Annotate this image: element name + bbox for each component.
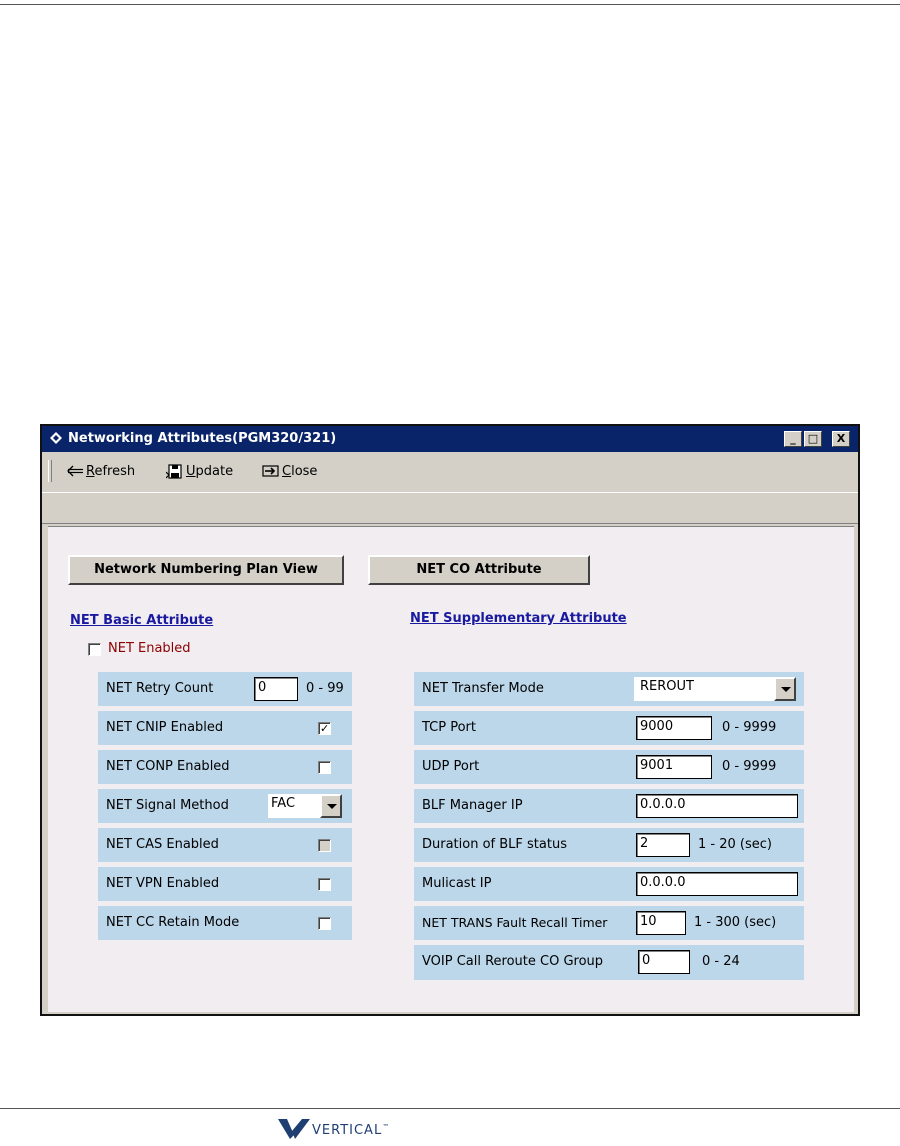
net-signal-method-select[interactable]: FAC [268, 794, 320, 818]
maximize-button[interactable]: □ [804, 431, 822, 447]
udp-port-range: 0 - 9999 [722, 759, 777, 774]
network-numbering-plan-view-button[interactable]: Network Numbering Plan View [68, 555, 344, 585]
row-net-cnip-enabled: NET CNIP Enabled ✓ [98, 711, 352, 750]
net-enabled-checkbox[interactable] [88, 643, 101, 656]
net-retry-count-label: NET Retry Count [106, 681, 214, 696]
close-exit-icon [262, 465, 279, 477]
voip-call-reroute-co-group-input[interactable]: 0 [638, 950, 690, 974]
net-retry-count-input[interactable]: 0 [254, 677, 298, 701]
window-title: Networking Attributes(PGM320/321) [68, 431, 337, 446]
voip-call-reroute-co-group-range: 0 - 24 [702, 954, 740, 969]
close-button[interactable]: Close [262, 463, 332, 481]
vertical-logo-word: VERTICAL [312, 1123, 383, 1138]
toolbar-grip [48, 460, 52, 482]
refresh-button[interactable]: Refresh [66, 463, 152, 481]
tcp-port-label: TCP Port [422, 720, 476, 735]
vertical-logo-text: VERTICAL™ [312, 1123, 390, 1138]
net-supplementary-panel: NET Transfer Mode REROUT TCP Port 9000 0… [414, 672, 804, 980]
net-cas-enabled-checkbox [318, 839, 331, 852]
net-basic-panel: NET Retry Count 0 0 - 99 NET CNIP Enable… [98, 672, 352, 940]
toolbar-status-strip [42, 492, 858, 524]
title-bar[interactable]: Networking Attributes(PGM320/321) _ □ X [42, 426, 858, 452]
net-trans-fault-recall-timer-label: NET TRANS Fault Recall Timer [422, 915, 608, 930]
net-signal-method-dropdown[interactable] [320, 794, 342, 818]
net-cnip-enabled-label: NET CNIP Enabled [106, 720, 224, 735]
net-vpn-enabled-checkbox[interactable] [318, 878, 331, 891]
page-bottom-rule [0, 1108, 900, 1109]
row-udp-port: UDP Port 9001 0 - 9999 [414, 750, 804, 789]
row-tcp-port: TCP Port 9000 0 - 9999 [414, 711, 804, 750]
tcp-port-range: 0 - 9999 [722, 720, 777, 735]
net-co-attribute-button[interactable]: NET CO Attribute [368, 555, 590, 585]
duration-of-blf-status-input[interactable]: 2 [636, 833, 690, 857]
row-net-signal-method: NET Signal Method FAC [98, 789, 352, 828]
app-diamond-icon [50, 432, 62, 444]
content-area: Network Numbering Plan View NET CO Attri… [48, 526, 854, 1012]
net-cnip-enabled-checkbox[interactable]: ✓ [318, 722, 331, 735]
row-net-retry-count: NET Retry Count 0 0 - 99 [98, 672, 352, 711]
net-conp-enabled-checkbox[interactable] [318, 761, 331, 774]
udp-port-label: UDP Port [422, 759, 480, 774]
checkmark-icon: ✓ [320, 722, 330, 735]
row-net-vpn-enabled: NET VPN Enabled [98, 867, 352, 906]
blf-manager-ip-label: BLF Manager IP [422, 798, 523, 813]
toolbar: Refresh Update Close [42, 452, 858, 492]
mulicast-ip-label: Mulicast IP [422, 876, 492, 891]
udp-port-input[interactable]: 9001 [636, 755, 712, 779]
tcp-port-input[interactable]: 9000 [636, 716, 712, 740]
net-supplementary-attribute-link[interactable]: NET Supplementary Attribute [410, 611, 627, 626]
row-net-cas-enabled: NET CAS Enabled [98, 828, 352, 867]
trademark-mark: ™ [382, 1123, 391, 1131]
net-cc-retain-mode-label: NET CC Retain Mode [106, 915, 240, 930]
net-transfer-mode-dropdown[interactable] [774, 677, 796, 701]
page-top-rule [0, 4, 900, 5]
update-save-icon [166, 464, 182, 479]
row-voip-call-reroute-co-group: VOIP Call Reroute CO Group 0 0 - 24 [414, 945, 804, 979]
refresh-arrow-icon [67, 465, 83, 477]
net-signal-method-label: NET Signal Method [106, 798, 229, 813]
networking-attributes-window: Networking Attributes(PGM320/321) _ □ X … [40, 424, 860, 1016]
blf-manager-ip-input[interactable]: 0.0.0.0 [636, 794, 798, 818]
row-blf-manager-ip: BLF Manager IP 0.0.0.0 [414, 789, 804, 828]
net-transfer-mode-label: NET Transfer Mode [422, 681, 544, 696]
net-vpn-enabled-label: NET VPN Enabled [106, 876, 220, 891]
row-mulicast-ip: Mulicast IP 0.0.0.0 [414, 867, 804, 906]
net-cas-enabled-label: NET CAS Enabled [106, 837, 219, 852]
close-label: Close [282, 464, 318, 479]
row-net-trans-fault-recall-timer: NET TRANS Fault Recall Timer 10 1 - 300 … [414, 906, 804, 945]
dropdown-arrow-icon [327, 804, 337, 809]
net-transfer-mode-select[interactable]: REROUT [634, 677, 774, 701]
duration-of-blf-status-label: Duration of BLF status [422, 837, 567, 852]
voip-call-reroute-co-group-label: VOIP Call Reroute CO Group [422, 954, 604, 969]
row-net-transfer-mode: NET Transfer Mode REROUT [414, 672, 804, 711]
net-enabled-label: NET Enabled [108, 641, 191, 656]
net-trans-fault-recall-timer-input[interactable]: 10 [636, 911, 686, 935]
close-window-button[interactable]: X [832, 431, 850, 447]
dropdown-arrow-icon [781, 687, 791, 692]
net-trans-fault-recall-timer-range: 1 - 300 (sec) [694, 915, 777, 930]
update-label: Update [186, 464, 234, 479]
minimize-button[interactable]: _ [784, 431, 802, 447]
row-net-cc-retain-mode: NET CC Retain Mode [98, 906, 352, 940]
row-duration-of-blf-status: Duration of BLF status 2 1 - 20 (sec) [414, 828, 804, 867]
net-retry-count-range: 0 - 99 [306, 681, 344, 696]
net-cc-retain-mode-checkbox[interactable] [318, 917, 331, 930]
update-button[interactable]: Update [166, 463, 252, 481]
row-net-conp-enabled: NET CONP Enabled [98, 750, 352, 789]
vertical-logo-icon [278, 1119, 310, 1139]
duration-of-blf-status-range: 1 - 20 (sec) [698, 837, 772, 852]
mulicast-ip-input[interactable]: 0.0.0.0 [636, 872, 798, 896]
net-conp-enabled-label: NET CONP Enabled [106, 759, 230, 774]
refresh-label: Refresh [86, 464, 136, 479]
net-basic-attribute-link[interactable]: NET Basic Attribute [70, 613, 213, 628]
